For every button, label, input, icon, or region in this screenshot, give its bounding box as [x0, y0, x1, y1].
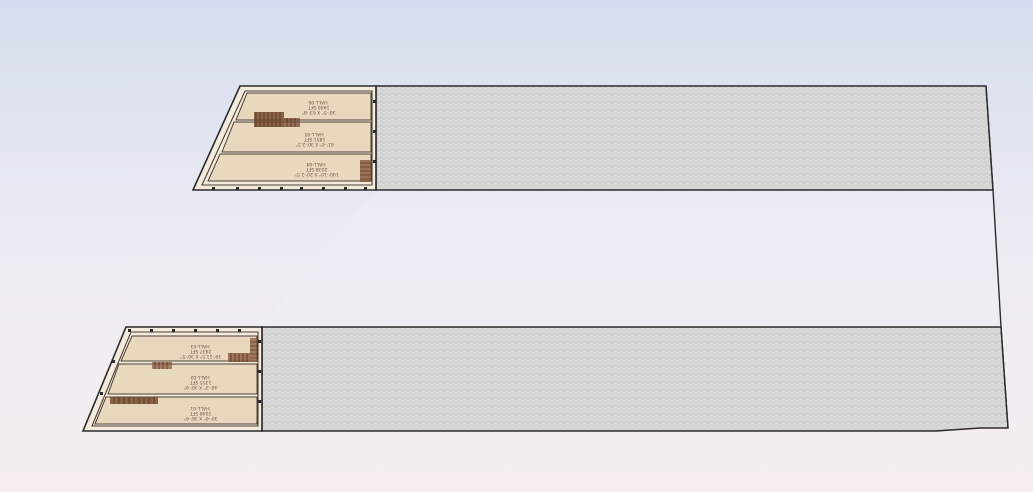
- lower-block: 39'-11.5" X 30'-5" 1937 SFT HALL-03 46'-…: [81, 326, 1009, 432]
- staircase-icon: [152, 362, 172, 369]
- staircase-icon: [360, 160, 371, 182]
- floor-plan: 30'-5" X 63'-8" 1940 SFT HALL-06 61'-4" …: [81, 85, 1009, 432]
- road-area: [262, 190, 1001, 327]
- lower-paved-area: [261, 326, 1009, 432]
- staircase-icon: [110, 397, 158, 404]
- hall-04-room: [207, 153, 372, 182]
- upper-paved-area: [375, 85, 994, 191]
- upper-block: 30'-5" X 63'-8" 1940 SFT HALL-06 61'-4" …: [191, 85, 994, 191]
